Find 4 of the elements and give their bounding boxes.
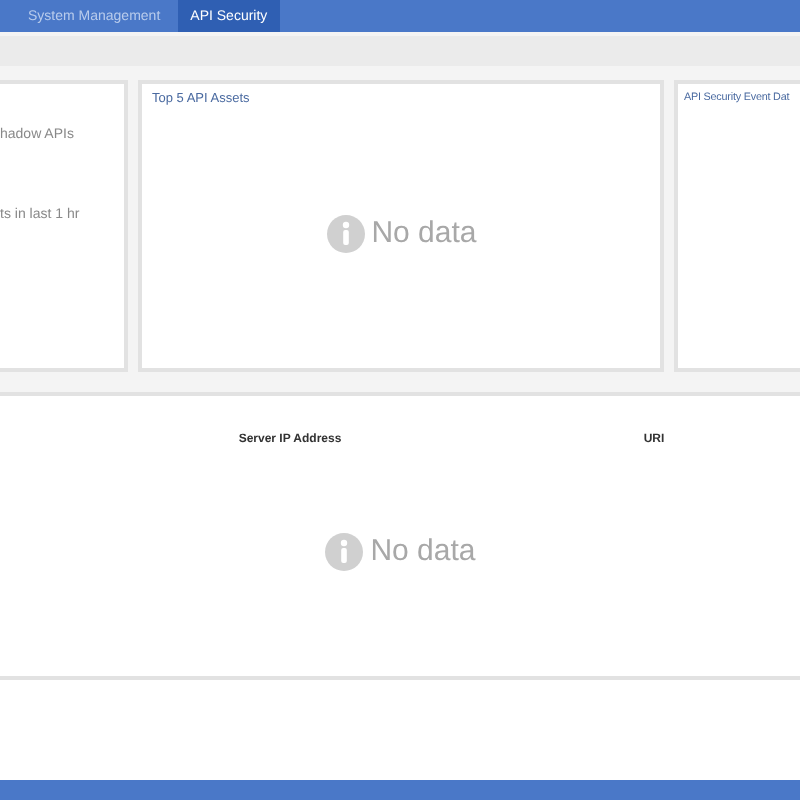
info-icon bbox=[324, 531, 365, 571]
info-icon bbox=[325, 213, 366, 253]
empty-message: No data bbox=[371, 216, 477, 250]
empty-message: No data bbox=[370, 534, 476, 568]
